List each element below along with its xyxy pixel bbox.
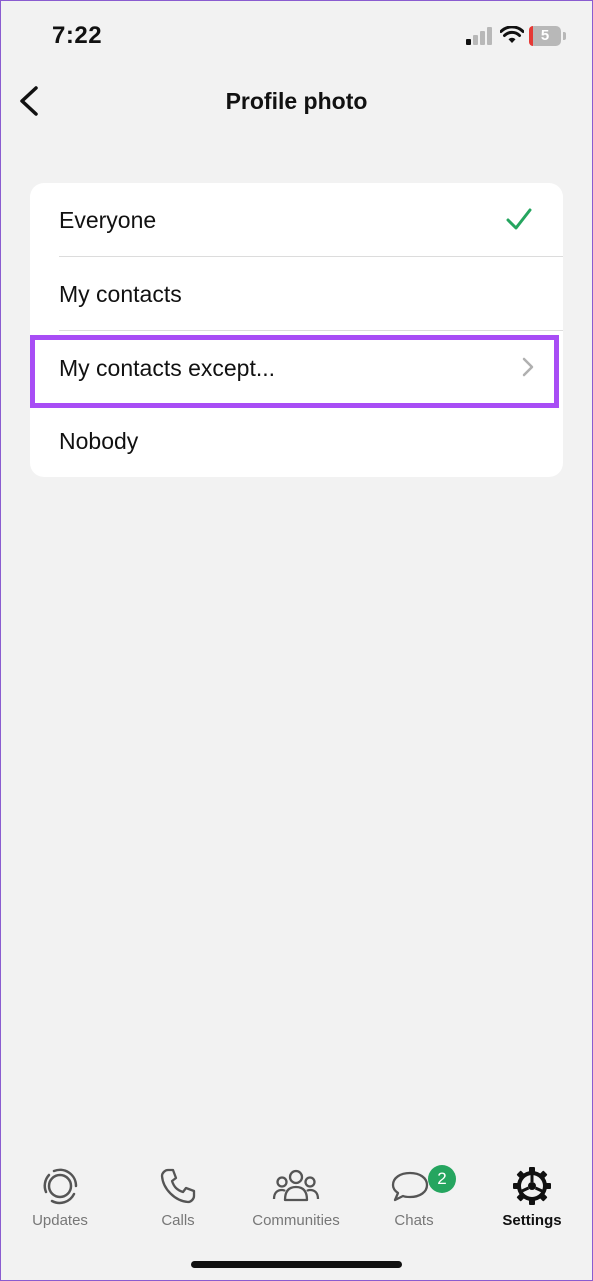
tab-settings[interactable]: Settings <box>477 1166 587 1236</box>
status-bar: 7:22 5 <box>0 0 593 70</box>
cellular-signal-icon <box>466 27 492 45</box>
tab-label: Updates <box>32 1212 88 1229</box>
chats-unread-badge: 2 <box>428 1165 456 1193</box>
tab-label: Communities <box>252 1212 340 1229</box>
page-title: Profile photo <box>225 88 368 114</box>
phone-icon <box>160 1168 196 1204</box>
home-indicator[interactable] <box>191 1261 402 1268</box>
option-label: My contacts <box>59 281 182 307</box>
gear-icon <box>513 1167 551 1205</box>
tab-label: Settings <box>502 1212 562 1229</box>
option-label: Nobody <box>59 428 139 454</box>
option-my-contacts-except[interactable]: My contacts except... <box>30 331 563 404</box>
updates-icon <box>43 1168 78 1205</box>
option-my-contacts[interactable]: My contacts <box>30 257 563 330</box>
battery-icon: 5 <box>529 26 561 46</box>
battery-cap <box>563 32 566 40</box>
option-nobody[interactable]: Nobody <box>30 404 563 477</box>
privacy-options-list: Everyone My contacts My contacts except.… <box>30 183 563 477</box>
battery-level-text: 5 <box>540 27 550 44</box>
option-label: My contacts except... <box>59 355 276 381</box>
tab-label: Chats <box>394 1212 434 1229</box>
tab-updates[interactable]: Updates <box>5 1166 115 1236</box>
option-everyone[interactable]: Everyone <box>30 183 563 256</box>
chevron-right-icon <box>522 357 534 377</box>
wifi-icon <box>500 26 524 43</box>
status-time: 7:22 <box>52 22 103 49</box>
tab-calls[interactable]: Calls <box>123 1166 233 1236</box>
tab-label: Calls <box>161 1212 195 1229</box>
checkmark-icon <box>506 208 532 230</box>
option-label: Everyone <box>59 207 157 233</box>
communities-icon <box>272 1169 320 1202</box>
tab-communities[interactable]: Communities <box>241 1166 351 1236</box>
